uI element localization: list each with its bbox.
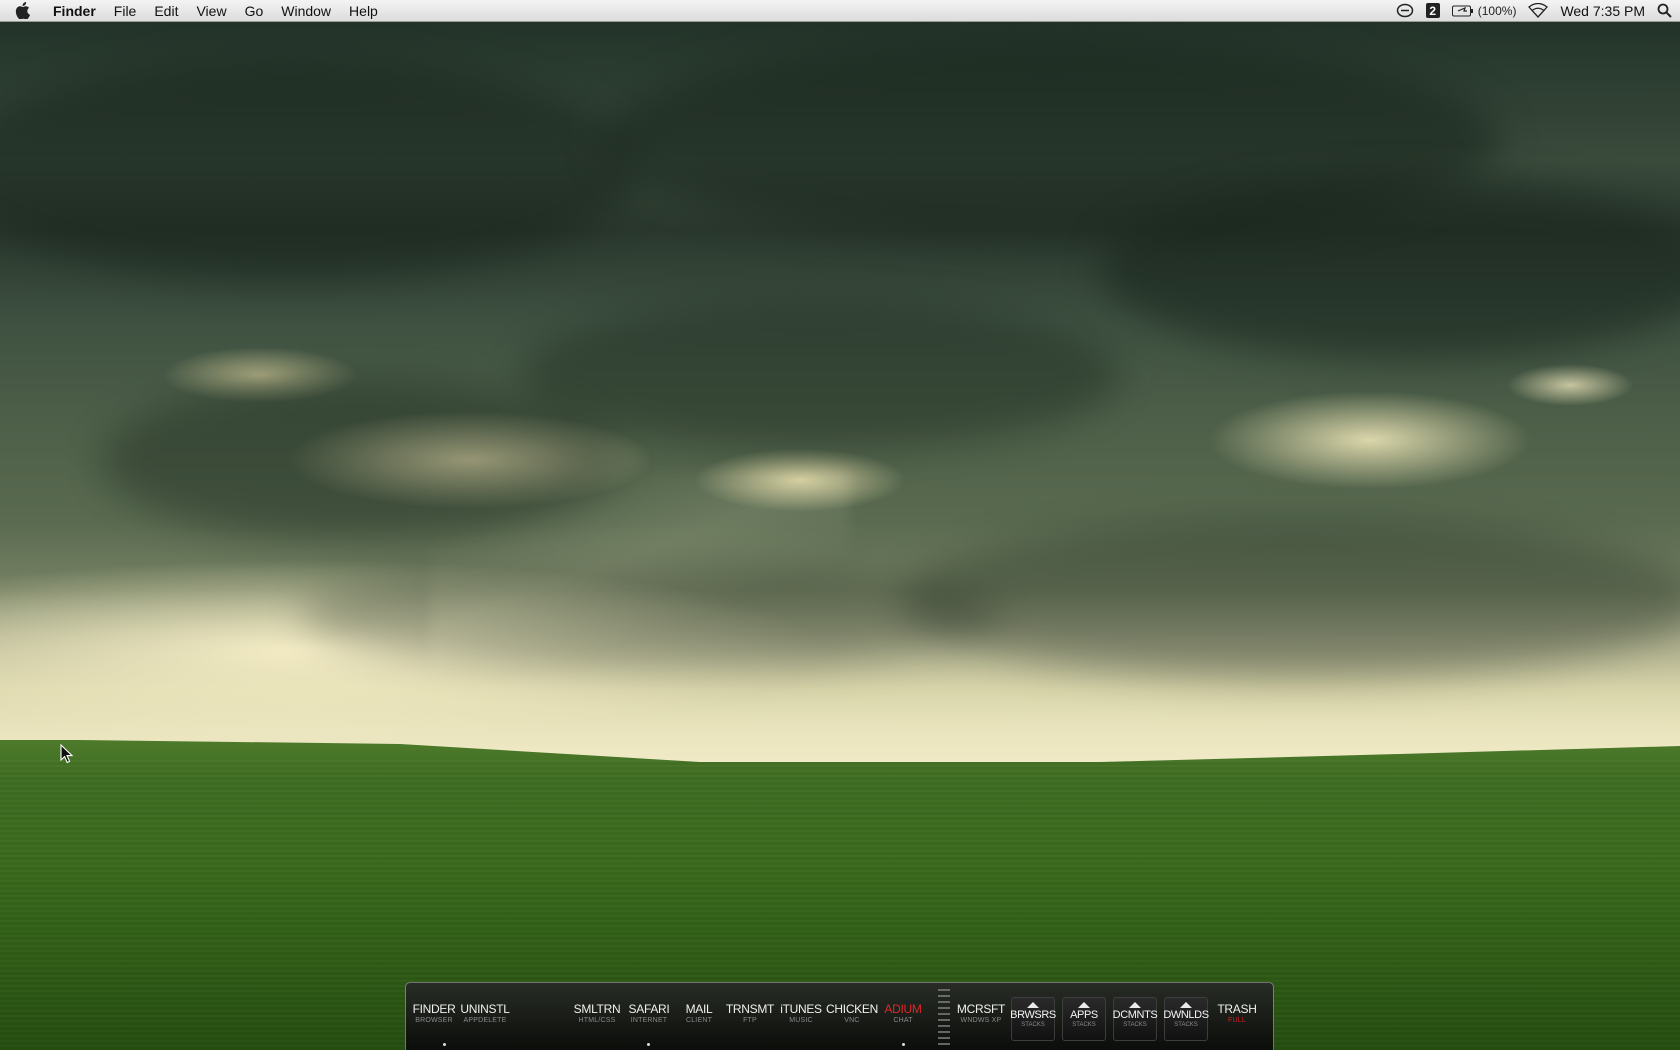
dock-label: APPS	[1070, 1009, 1098, 1021]
status-menus: 2 (100%) Wed 7:35 PM	[1384, 0, 1680, 22]
dock-sublabel: VNC	[844, 1017, 860, 1024]
wifi-menu[interactable]	[1528, 3, 1549, 18]
spaces-number: 2	[1425, 3, 1440, 18]
dock-sublabel: CHAT	[893, 1017, 913, 1024]
dock-sublabel: MUSIC	[789, 1017, 813, 1024]
stack-arrow-icon	[1027, 1002, 1039, 1008]
menu-bar: Finder File Edit View Go Window Help 2 (…	[0, 0, 1680, 22]
dock-item-adium[interactable]: ADIUM CHAT	[875, 1003, 931, 1025]
running-indicator	[902, 1043, 905, 1046]
dock-item-trash[interactable]: TRASH FULL	[1209, 1003, 1265, 1025]
spotlight-button[interactable]	[1657, 3, 1672, 18]
dock-label: ADIUM	[884, 1002, 922, 1016]
stack-arrow-icon	[1180, 1002, 1192, 1008]
dock-item-uninstl[interactable]: UNINSTL APPDELETE	[457, 1003, 513, 1025]
dock-sublabel: STACKS	[1123, 1022, 1147, 1028]
running-indicator	[443, 1043, 446, 1046]
dock-label: DCMNTS	[1112, 1009, 1158, 1021]
dock-sublabel: HTML/CSS	[578, 1017, 616, 1024]
menu-view[interactable]: View	[187, 0, 235, 22]
dock-label: SAFARI	[628, 1002, 670, 1016]
menu-edit[interactable]: Edit	[145, 0, 187, 22]
dock-sublabel: BROWSER	[415, 1017, 453, 1024]
dock-sublabel: WNDWS XP	[960, 1017, 1002, 1024]
dock-separator[interactable]	[938, 989, 950, 1045]
menu-window[interactable]: Window	[272, 0, 340, 22]
menu-go[interactable]: Go	[236, 0, 273, 22]
dock-sublabel: INTERNET	[630, 1017, 668, 1024]
chat-bubble-icon	[1396, 3, 1413, 17]
dock-label: TRNSMT	[725, 1002, 775, 1016]
stack-arrow-icon	[1129, 1002, 1141, 1008]
chat-status-menu[interactable]	[1396, 3, 1414, 19]
dock-item-safari[interactable]: SAFARI INTERNET	[621, 1003, 677, 1025]
storm-cloud	[520, 300, 1120, 450]
storm-cloud	[900, 520, 1680, 680]
menu-file[interactable]: File	[105, 0, 146, 22]
dock-item-smltrn[interactable]: SMLTRN HTML/CSS	[569, 1003, 625, 1025]
battery-percent: (100%)	[1477, 3, 1517, 18]
dock-item-trnsmt[interactable]: TRNSMT FTP	[722, 1003, 778, 1025]
dock-item-itunes[interactable]: iTUNES MUSIC	[773, 1003, 829, 1025]
menu-clock[interactable]: Wed 7:35 PM	[1560, 3, 1645, 19]
dock-label: MAIL	[685, 1002, 713, 1016]
dock: FINDER BROWSER UNINSTL APPDELETE SMLTRN …	[405, 982, 1274, 1050]
dock-sublabel: STACKS	[1174, 1022, 1198, 1028]
dock-item-mail[interactable]: MAIL CLIENT	[671, 1003, 727, 1025]
dock-sublabel: CLIENT	[685, 1017, 713, 1024]
dock-stack-browsers[interactable]: BRWSRS STACKS	[1010, 997, 1056, 1041]
menu-app-name[interactable]: Finder	[44, 0, 105, 22]
arrow-cursor-icon	[60, 744, 74, 764]
dock-item-mcrsft[interactable]: MCRSFT WNDWS XP	[953, 1003, 1009, 1025]
dock-sublabel: FULL	[1228, 1017, 1246, 1024]
dock-label: UNINSTL	[460, 1002, 510, 1016]
running-indicator	[647, 1043, 650, 1046]
dock-item-finder[interactable]: FINDER BROWSER	[406, 1003, 462, 1025]
stack-arrow-icon	[1078, 1002, 1090, 1008]
dock-label: CHICKEN	[826, 1002, 878, 1016]
dock-stack-apps[interactable]: APPS STACKS	[1062, 997, 1106, 1041]
wifi-icon	[1528, 3, 1549, 18]
dock-label: TRASH	[1217, 1002, 1257, 1016]
dock-sublabel: FTP	[743, 1017, 757, 1024]
apple-logo-icon	[15, 2, 30, 19]
dock-label: DWNLDS	[1163, 1009, 1209, 1021]
sun-rays	[430, 470, 850, 670]
dock-stack-documents[interactable]: DCMNTS STACKS	[1112, 997, 1158, 1041]
dock-sublabel: STACKS	[1072, 1022, 1096, 1028]
dock-item-chicken[interactable]: CHICKEN VNC	[824, 1003, 880, 1025]
dock-sublabel: STACKS	[1021, 1022, 1045, 1028]
dock-label: MCRSFT	[956, 1002, 1006, 1016]
spotlight-search-icon	[1657, 3, 1672, 18]
apple-menu[interactable]	[0, 2, 44, 19]
battery-menu[interactable]: (100%)	[1451, 3, 1517, 18]
menu-help[interactable]: Help	[340, 0, 387, 22]
dock-label: SMLTRN	[573, 1002, 621, 1016]
spaces-menu[interactable]: 2	[1425, 3, 1440, 18]
dock-label: BRWSRS	[1010, 1009, 1056, 1021]
dock-stack-downloads[interactable]: DWNLDS STACKS	[1163, 997, 1209, 1041]
dock-label: FINDER	[412, 1002, 456, 1016]
desktop-wallpaper	[0, 0, 1680, 1050]
dock-label: iTUNES	[780, 1002, 822, 1016]
battery-icon	[1451, 5, 1473, 16]
dock-sublabel: APPDELETE	[463, 1017, 507, 1024]
